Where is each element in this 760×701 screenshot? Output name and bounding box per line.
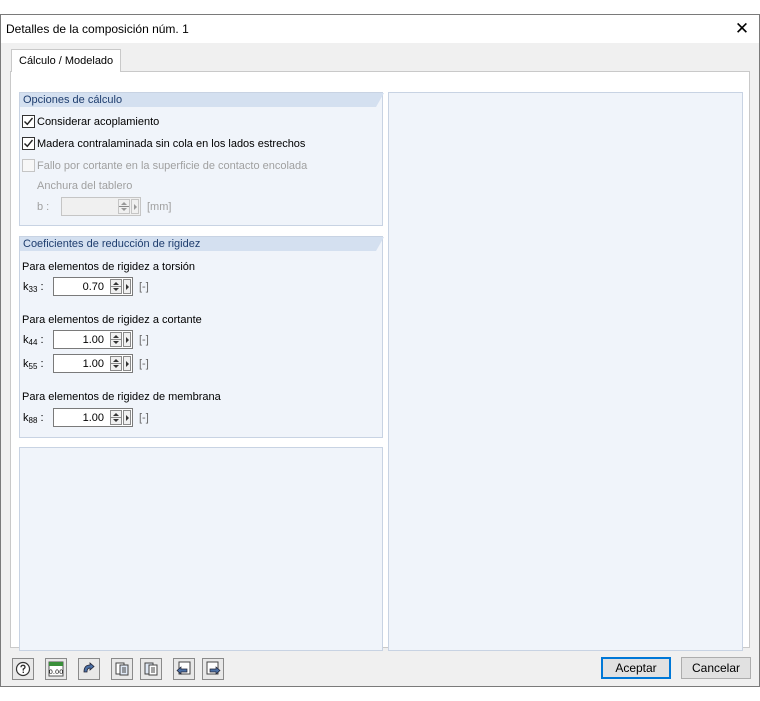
k44-label: k44 :	[23, 334, 44, 347]
copy-layer-alt-icon	[144, 662, 158, 676]
board-width-input[interactable]	[61, 197, 141, 216]
ok-button[interactable]: Aceptar	[601, 657, 671, 679]
shear-failure-checkbox[interactable]	[22, 159, 35, 172]
info-panel	[19, 447, 383, 651]
help-button[interactable]	[12, 658, 34, 680]
k55-label: k55 :	[23, 358, 44, 371]
close-button[interactable]: ✕	[725, 15, 759, 43]
rotate-icon	[83, 662, 95, 673]
pick-arrow-icon[interactable]	[123, 356, 131, 371]
svg-text:0.00: 0.00	[49, 668, 63, 676]
k44-value: 1.00	[82, 334, 104, 346]
spin-arrows-icon[interactable]	[110, 356, 122, 371]
units-button[interactable]: 0.00	[45, 658, 67, 680]
stiffness-title: Coeficientes de reducción de rigidez	[23, 238, 201, 250]
k44-input[interactable]: 1.00	[53, 330, 133, 349]
k33-label: k33 :	[23, 281, 44, 294]
checkmark-icon	[24, 139, 34, 148]
copy-layer-button[interactable]	[111, 658, 133, 680]
help-icon	[15, 661, 31, 677]
stiffness-header: Coeficientes de reducción de rigidez	[20, 237, 384, 251]
k88-input[interactable]: 1.00	[53, 408, 133, 427]
clt-no-glue-checkbox[interactable]	[22, 137, 35, 150]
coupling-checkbox[interactable]	[22, 115, 35, 128]
b-label: b :	[37, 201, 50, 213]
copy-layer-alt-button[interactable]	[140, 658, 162, 680]
k88-value: 1.00	[82, 412, 104, 424]
k33-value: 0.70	[82, 281, 104, 293]
preview-panel	[388, 92, 743, 651]
export-icon	[206, 661, 221, 675]
pick-arrow-icon[interactable]	[123, 279, 131, 294]
k55-input[interactable]: 1.00	[53, 354, 133, 373]
k55-value: 1.00	[82, 358, 104, 370]
checkmark-icon	[24, 117, 34, 126]
torsion-label: Para elementos de rigidez a torsión	[22, 261, 196, 273]
shear-label: Para elementos de rigidez a cortante	[22, 314, 202, 326]
units-decimal-icon: 0.00	[48, 661, 64, 677]
k33-input[interactable]: 0.70	[53, 277, 133, 296]
dialog-window: Detalles de la composición núm. 1 ✕ Cálc…	[0, 14, 760, 687]
pick-arrow-icon[interactable]	[131, 199, 139, 214]
clt-no-glue-label: Madera contralaminada sin cola en los la…	[37, 138, 306, 150]
k88-label: k88 :	[23, 412, 44, 425]
pick-arrow-icon[interactable]	[123, 332, 131, 347]
coupling-label: Considerar acoplamiento	[37, 116, 160, 128]
b-unit: [mm]	[147, 201, 172, 213]
k44-unit: [-]	[139, 334, 149, 346]
import-button[interactable]	[173, 658, 195, 680]
k88-unit: [-]	[139, 412, 149, 424]
k55-unit: [-]	[139, 358, 149, 370]
rotate-button[interactable]	[78, 658, 100, 680]
import-icon	[176, 661, 191, 675]
tab-panel: Opciones de cálculo Considerar acoplamie…	[10, 71, 750, 651]
spin-arrows-icon[interactable]	[110, 332, 122, 347]
copy-layer-icon	[115, 662, 129, 676]
window-title: Detalles de la composición núm. 1	[6, 22, 189, 36]
membrane-label: Para elementos de rigidez de membrana	[22, 391, 221, 403]
spin-arrows-icon[interactable]	[110, 279, 122, 294]
calc-options-header: Opciones de cálculo	[20, 93, 384, 107]
cancel-button[interactable]: Cancelar	[681, 657, 751, 679]
board-width-label: Anchura del tablero	[37, 180, 133, 192]
calc-options-title: Opciones de cálculo	[23, 94, 123, 106]
tab-calculo-modelado[interactable]: Cálculo / Modelado	[11, 49, 122, 72]
export-button[interactable]	[202, 658, 224, 680]
title-bar: Detalles de la composición núm. 1 ✕	[1, 15, 759, 43]
spin-arrows-icon[interactable]	[118, 199, 130, 214]
k33-unit: [-]	[139, 281, 149, 293]
spin-arrows-icon[interactable]	[110, 410, 122, 425]
calc-options-group: Opciones de cálculo Considerar acoplamie…	[19, 92, 384, 226]
shear-failure-label: Fallo por cortante en la superficie de c…	[37, 160, 308, 172]
stiffness-group: Coeficientes de reducción de rigidez Par…	[19, 236, 384, 438]
pick-arrow-icon[interactable]	[123, 410, 131, 425]
